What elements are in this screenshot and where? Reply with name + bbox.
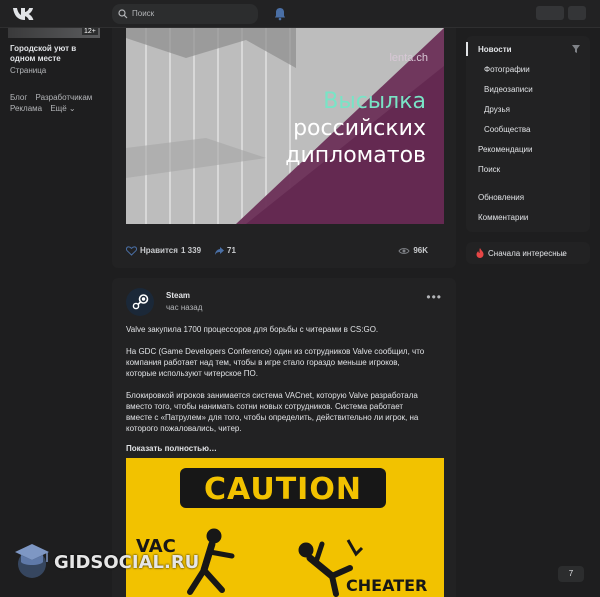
cheater-text: CHEATER (346, 576, 428, 595)
menu-item-news[interactable]: Новости (478, 45, 512, 54)
show-more-link[interactable]: Показать полностью… (126, 444, 217, 453)
top-bar: Поиск (0, 0, 600, 28)
steam-logo-icon (127, 289, 153, 315)
chevron-down-icon: ⌄ (560, 251, 566, 258)
feed-post-news: lenta.ch Высылка российских дипломатов Н… (112, 28, 456, 268)
search-field[interactable]: Поиск (112, 4, 258, 24)
footer-link-developers[interactable]: Разработчикам (36, 93, 93, 102)
vk-logo-icon[interactable] (12, 6, 34, 22)
menu-item-friends[interactable]: Друзья (484, 105, 510, 114)
notification-counter[interactable]: 7 (558, 566, 584, 582)
graduation-cap-icon (15, 544, 49, 578)
post-image-diplomats[interactable]: lenta.ch Высылка российских дипломатов (126, 28, 444, 224)
footer-link-more[interactable]: Ещё ⌄ (50, 104, 75, 113)
post-paragraph: На GDC (Game Developers Conference) один… (126, 347, 425, 378)
like-label[interactable]: Нравится (140, 246, 178, 255)
footer-link-blog[interactable]: Блог (10, 93, 27, 102)
profile-avatar-blurred[interactable] (536, 6, 564, 20)
profile-menu-blurred[interactable] (568, 6, 586, 20)
post-author[interactable]: Steam (166, 291, 190, 300)
site-watermark: GIDSOCIAL.RU (12, 540, 199, 582)
heart-icon[interactable] (126, 246, 137, 256)
banner-headline: Высылка российских дипломатов (285, 88, 426, 169)
post-text: Valve закупила 1700 процессоров для борь… (126, 324, 426, 445)
menu-item-videos[interactable]: Видеозаписи (484, 85, 533, 94)
community-title[interactable]: Городской уют в одном месте (10, 44, 100, 64)
menu-item-search[interactable]: Поиск (478, 165, 500, 174)
headline-line-1: Высылка (323, 89, 426, 114)
eye-icon (398, 248, 410, 254)
sort-selector[interactable]: Сначала интересные ⌄ (466, 242, 590, 264)
post-paragraph: Блокировкой игроков занимается система V… (126, 391, 419, 433)
views-count: 96K (413, 246, 428, 255)
bell-icon[interactable] (274, 7, 286, 21)
footer-link-ads[interactable]: Реклама (10, 104, 42, 113)
age-badge: 12+ (82, 28, 98, 35)
source-watermark: lenta.ch (389, 52, 428, 64)
menu-item-comments[interactable]: Комментарии (478, 213, 528, 222)
fire-icon (476, 248, 484, 258)
sort-label: Сначала интересные (488, 249, 567, 258)
headline-line-3: дипломатов (285, 143, 426, 168)
headline-line-2: российских (293, 116, 426, 141)
steam-avatar[interactable] (126, 288, 154, 316)
post-actions: Нравится 1 339 71 96K (126, 244, 444, 260)
filter-icon[interactable] (572, 45, 580, 53)
post-time[interactable]: час назад (166, 303, 202, 312)
search-placeholder: Поиск (132, 9, 155, 18)
like-count: 1 339 (181, 246, 202, 255)
menu-item-updates[interactable]: Обновления (478, 193, 524, 202)
post-paragraph: Valve закупила 1700 процессоров для борь… (126, 325, 379, 334)
menu-item-recommendations[interactable]: Рекомендации (478, 145, 532, 154)
watermark-text: GIDSOCIAL.RU (54, 552, 200, 573)
menu-item-photos[interactable]: Фотографии (484, 65, 530, 74)
menu-item-communities[interactable]: Сообщества (484, 125, 530, 134)
active-indicator (466, 42, 468, 56)
share-icon[interactable] (214, 246, 225, 256)
footer-links: Блог Разработчикам Реклама Ещё ⌄ (10, 92, 100, 114)
more-options-icon[interactable]: ••• (426, 290, 442, 304)
share-count: 71 (227, 246, 236, 255)
community-type: Страница (10, 66, 47, 75)
search-icon (118, 9, 128, 19)
feed-menu: Новости Фотографии Видеозаписи Друзья Со… (466, 36, 590, 232)
